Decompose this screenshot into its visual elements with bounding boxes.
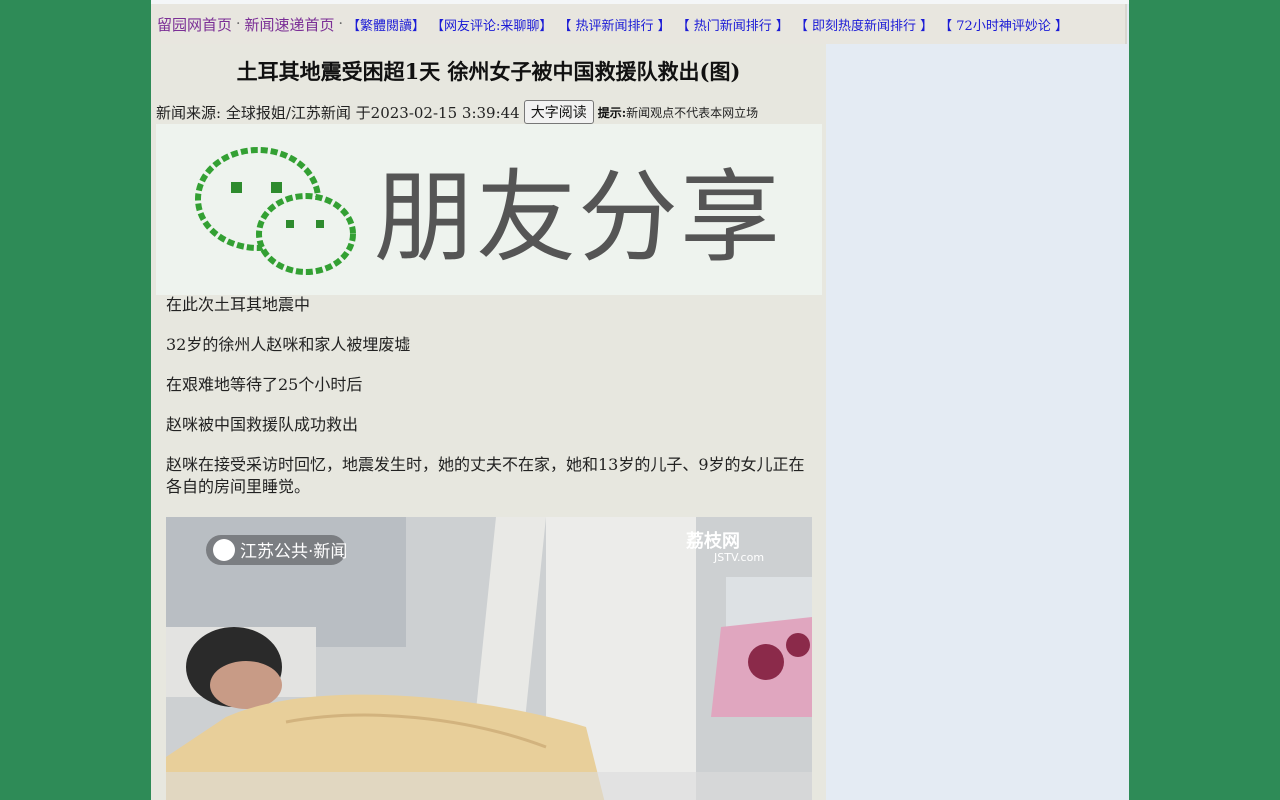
nav-news-home-link[interactable]: 新闻速递首页: [244, 14, 334, 35]
right-sidebar: [826, 44, 1129, 800]
article-paragraph: 赵咪被中国救援队成功救出: [166, 415, 359, 434]
article-paragraph: 32岁的徐州人赵咪和家人被埋废墟: [166, 335, 411, 354]
article-meta: 新闻来源: 全球报姐/江苏新闻 于2023-02-15 3:39:44 大字阅读…: [156, 99, 758, 125]
share-banner[interactable]: 朋友分享: [156, 124, 822, 295]
news-source: 新闻来源: 全球报姐/江苏新闻 于2023-02-15 3:39:44: [156, 103, 520, 122]
article-photo: 江苏公共·新闻 荔枝网 JSTV.com: [166, 517, 812, 800]
nav-comments-link[interactable]: 【网友评论:来聊聊】: [431, 15, 552, 34]
nav-separator: ·: [236, 16, 241, 32]
article-title: 土耳其地震受困超1天 徐州女子被中国救援队救出(图): [236, 59, 741, 84]
page-container: 留园网首页 · 新闻速递首页 · 【繁體閱讀】 【网友评论:来聊聊】 【 热评新…: [151, 0, 1129, 800]
nav-instant-hot-link[interactable]: 【 即刻热度新闻排行 】: [795, 15, 933, 34]
article-paragraph: 赵咪在接受采访时回忆，地震发生时，她的丈夫不在家，她和13岁的儿子、9岁的女儿正…: [166, 455, 805, 496]
nav-home-link[interactable]: 留园网首页: [157, 14, 232, 35]
hospital-photo: 江苏公共·新闻 荔枝网 JSTV.com: [166, 517, 812, 800]
photo-watermark-right-sub: JSTV.com: [713, 551, 764, 564]
article-paragraph: 在此次土耳其地震中: [166, 295, 311, 314]
large-font-button[interactable]: 大字阅读: [523, 100, 594, 124]
photo-watermark-right: 荔枝网: [686, 530, 740, 552]
tip-label: 提示:: [597, 105, 627, 120]
nav-traditional-link[interactable]: 【繁體閱讀】: [347, 15, 425, 34]
top-navbar: 留园网首页 · 新闻速递首页 · 【繁體閱讀】 【网友评论:来聊聊】 【 热评新…: [151, 4, 1127, 44]
share-banner-text: 朋友分享: [374, 159, 782, 276]
nav-hot-comments-link[interactable]: 【 热评新闻排行 】: [558, 15, 670, 34]
tip-text: 新闻观点不代表本网立场: [626, 105, 759, 120]
article-content: 土耳其地震受困超1天 徐州女子被中国救援队救出(图) 新闻来源: 全球报姐/江苏…: [151, 44, 826, 800]
nav-separator: ·: [338, 16, 343, 32]
nav-hot-news-link[interactable]: 【 热门新闻排行 】: [677, 15, 789, 34]
nav-72h-comments-link[interactable]: 【 72小时神评妙论 】: [939, 15, 1068, 34]
photo-watermark-left: 江苏公共·新闻: [240, 542, 347, 562]
article-body: 在此次土耳其地震中 32岁的徐州人赵咪和家人被埋废墟 在艰难地等待了25个小时后…: [166, 294, 811, 498]
wechat-icon: [195, 147, 356, 275]
share-banner-graphic: 朋友分享: [195, 147, 782, 276]
article-paragraph: 在艰难地等待了25个小时后: [166, 375, 363, 394]
